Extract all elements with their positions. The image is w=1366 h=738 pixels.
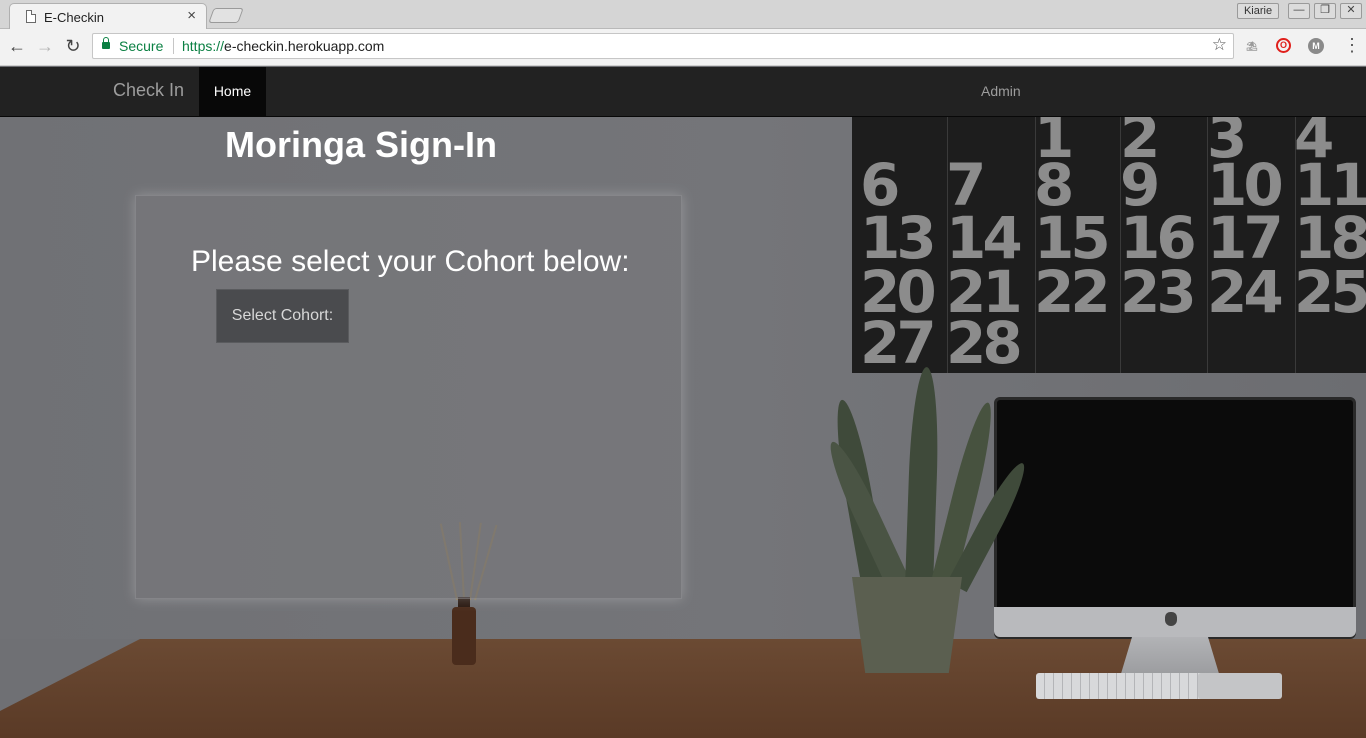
cohort-prompt: Please select your Cohort below:	[191, 245, 630, 278]
forward-arrow-icon[interactable]: →	[34, 35, 56, 57]
calendar-day: 28	[946, 309, 1023, 373]
tab-close-icon[interactable]: ×	[187, 7, 196, 24]
browser-tab[interactable]: E-Checkin ×	[9, 3, 207, 30]
nav-admin-link[interactable]: Admin	[981, 83, 1021, 99]
plant-pot	[852, 577, 962, 673]
calendar-day: 25	[1294, 258, 1366, 326]
minimize-button[interactable]: —	[1288, 3, 1310, 19]
select-cohort-button[interactable]: Select Cohort:	[216, 289, 349, 343]
keyboard	[1036, 673, 1204, 699]
calendar-day: 22	[1034, 258, 1111, 326]
window-close-button[interactable]: ✕	[1340, 3, 1362, 19]
url-scheme: https://	[182, 38, 225, 54]
tab-title: E-Checkin	[44, 10, 104, 25]
page-icon	[26, 10, 36, 23]
island-extension-icon[interactable]: ⛱	[1244, 38, 1260, 54]
url-host: e-checkin.herokuapp.com	[224, 38, 385, 54]
monitor-screen	[994, 397, 1356, 639]
monitor-stand	[1120, 637, 1220, 677]
browser-toolbar: ← → ↻ Secure https://e-checkin.herokuapp…	[0, 29, 1366, 66]
profile-button[interactable]: Kiarie	[1237, 3, 1279, 19]
calendar-day: 27	[860, 309, 937, 373]
calendar-day: 24	[1207, 258, 1284, 326]
m-extension-icon[interactable]: M	[1308, 38, 1324, 54]
trackpad	[1198, 673, 1282, 699]
nav-home-link[interactable]: Home	[199, 67, 266, 117]
brand-link[interactable]: Check In	[113, 80, 184, 101]
opera-extension-icon[interactable]: O	[1276, 38, 1291, 53]
lock-icon	[102, 37, 110, 49]
secure-label: Secure	[119, 38, 164, 54]
url-text[interactable]: https://e-checkin.herokuapp.com	[182, 38, 384, 54]
tab-strip: E-Checkin × Kiarie — ❐ ✕	[0, 0, 1366, 30]
calendar-day: 23	[1120, 258, 1197, 326]
wall-calendar: 1 2 3 4 6 7 8 9 10 11 13 14 15 16 17 18 20 21 22 23 24 25 27 28	[852, 117, 1366, 373]
cohort-card: Please select your Cohort below: Select …	[135, 195, 682, 599]
diffuser-bottle	[452, 607, 476, 665]
new-tab-button[interactable]	[208, 8, 244, 23]
restore-button[interactable]: ❐	[1314, 3, 1336, 19]
address-separator	[173, 38, 174, 54]
browser-menu-icon[interactable]: ⋮	[1343, 34, 1361, 56]
address-bar[interactable]: Secure https://e-checkin.herokuapp.com ☆	[92, 33, 1234, 59]
page-title: Moringa Sign-In	[225, 124, 497, 165]
site-navbar: Check In Home Admin	[0, 67, 1366, 117]
reload-icon[interactable]: ↻	[62, 35, 84, 57]
bookmark-star-icon[interactable]: ☆	[1212, 35, 1227, 55]
page-viewport: 1 2 3 4 6 7 8 9 10 11 13 14 15 16 17 18 20 21 22 23 24 25 27 28…	[0, 67, 1366, 738]
apple-logo-icon	[1165, 612, 1177, 626]
back-arrow-icon[interactable]: ←	[6, 35, 28, 57]
